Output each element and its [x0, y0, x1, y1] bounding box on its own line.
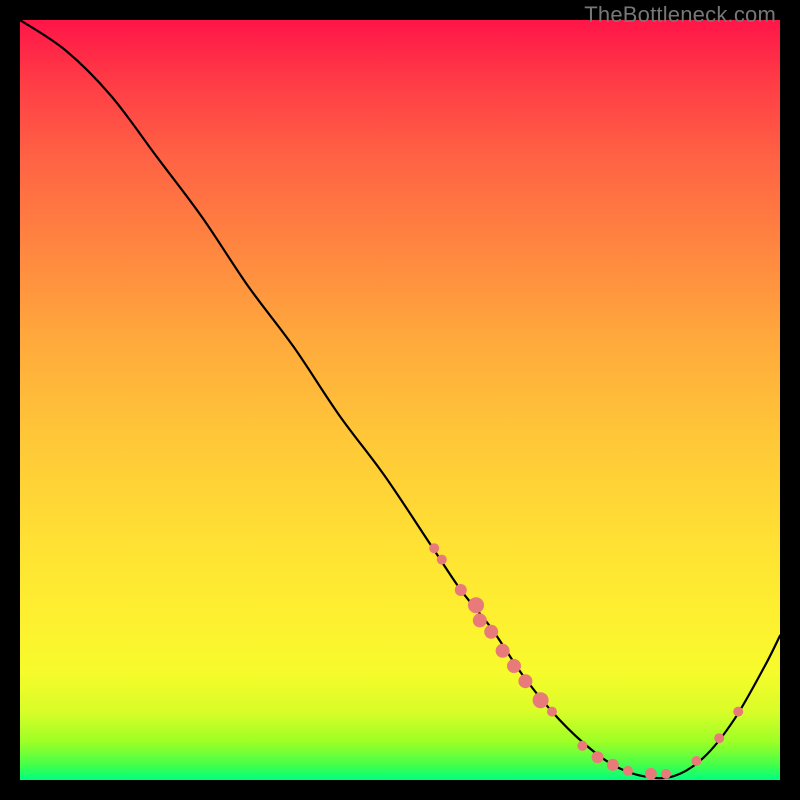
data-markers — [429, 543, 743, 780]
data-point — [437, 555, 447, 565]
data-point — [714, 733, 724, 743]
data-point — [592, 751, 604, 763]
data-point — [645, 768, 657, 780]
data-point — [607, 759, 619, 771]
data-point — [547, 707, 557, 717]
chart-svg — [20, 20, 780, 780]
data-point — [484, 625, 498, 639]
data-point — [533, 692, 549, 708]
data-point — [661, 769, 671, 779]
data-point — [429, 543, 439, 553]
data-point — [496, 644, 510, 658]
watermark-text: TheBottleneck.com — [584, 2, 776, 28]
data-point — [518, 674, 532, 688]
data-point — [623, 766, 633, 776]
data-point — [733, 707, 743, 717]
data-point — [691, 756, 701, 766]
bottleneck-curve — [20, 20, 780, 778]
data-point — [577, 741, 587, 751]
data-point — [473, 613, 487, 627]
data-point — [455, 584, 467, 596]
data-point — [468, 597, 484, 613]
plot-area — [20, 20, 780, 780]
data-point — [507, 659, 521, 673]
